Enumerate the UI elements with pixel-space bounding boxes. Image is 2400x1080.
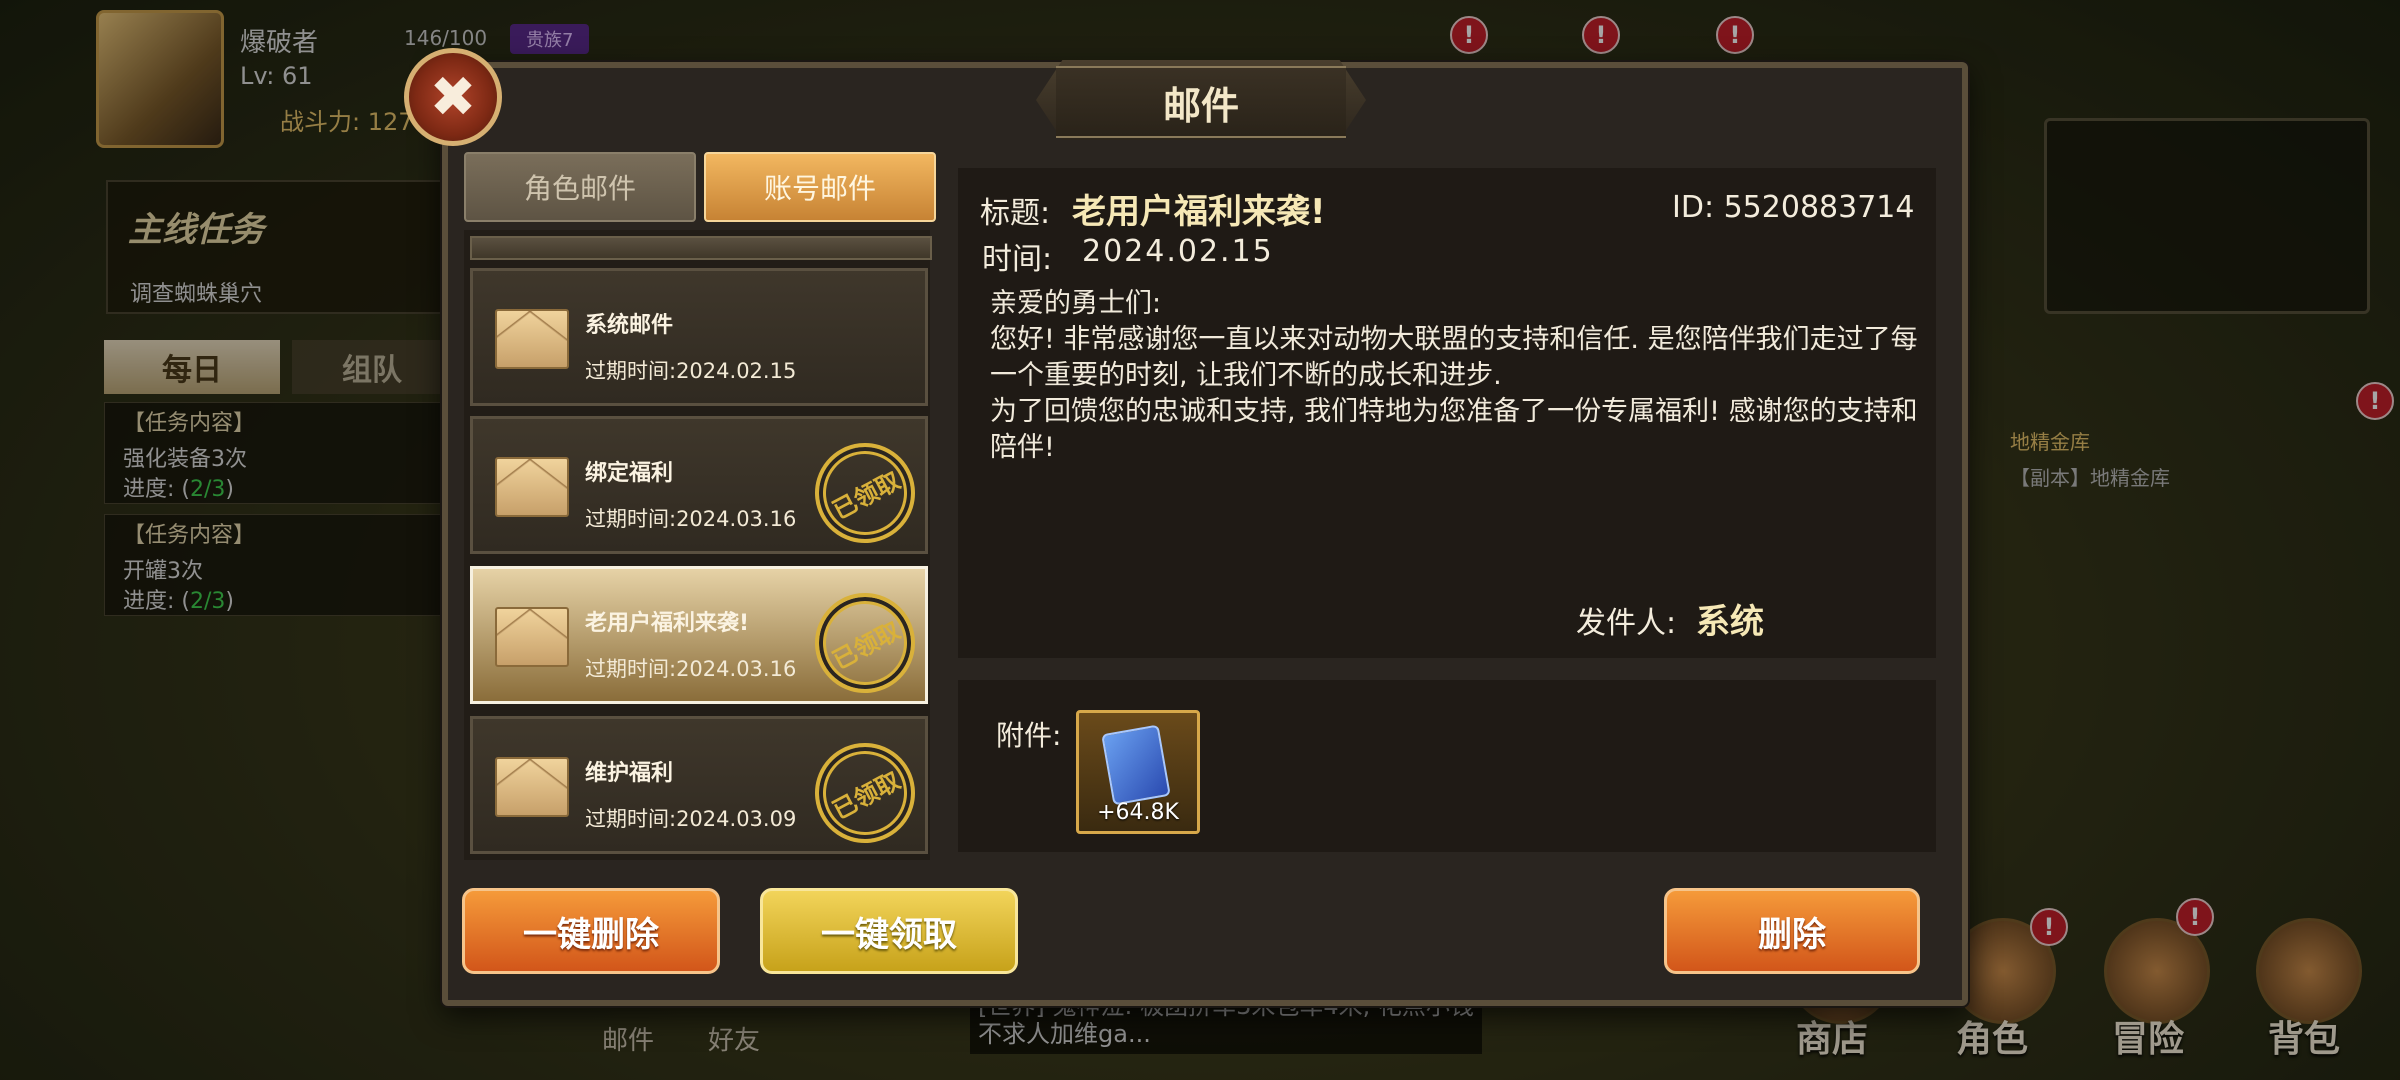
mail-title: 老用户福利来袭! xyxy=(1072,192,1326,232)
mail-expire: 过期时间:2024.02.15 xyxy=(585,359,797,383)
mail-list-item-selected[interactable]: 老用户福利来袭! 过期时间:2024.03.16 已领取 xyxy=(470,566,933,711)
delete-all-button[interactable]: 一键删除 xyxy=(462,888,720,974)
claimed-stamp-icon: 已领取 xyxy=(797,725,933,861)
attachment-amount: +64.8K xyxy=(1097,800,1179,825)
mail-list-item[interactable]: 维护福利 过期时间:2024.03.09 已领取 xyxy=(470,716,933,861)
envelope-icon xyxy=(495,607,569,667)
mail-name: 绑定福利 xyxy=(585,461,674,486)
mail-name: 系统邮件 xyxy=(585,313,674,338)
mail-body-line: 您好! 非常感谢您一直以来对动物大联盟的支持和信任. 是您陪伴我们走过了每一个重… xyxy=(990,324,1918,391)
claimed-stamp-icon: 已领取 xyxy=(797,425,933,561)
dialog-title: 邮件 xyxy=(1056,66,1346,138)
mail-list-item[interactable]: 系统邮件 过期时间:2024.02.15 xyxy=(470,268,928,406)
delete-button[interactable]: 删除 xyxy=(1664,888,1920,974)
title-label: 标题: xyxy=(980,196,1051,231)
attachment-label: 附件: xyxy=(996,719,1062,752)
close-icon[interactable]: ✖ xyxy=(404,48,502,146)
sender-label: 发件人: xyxy=(1576,606,1677,641)
mail-name: 维护福利 xyxy=(585,761,674,786)
sender-name: 系统 xyxy=(1696,602,1764,642)
mail-body: 亲爱的勇士们: 您好! 非常感谢您一直以来对动物大联盟的支持和信任. 是您陪伴我… xyxy=(990,286,1920,466)
claimed-stamp-icon: 已领取 xyxy=(797,575,933,711)
tab-role-mail[interactable]: 角色邮件 xyxy=(464,152,696,222)
mail-name: 老用户福利来袭! xyxy=(585,611,750,636)
mail-expire: 过期时间:2024.03.16 xyxy=(585,507,797,531)
time-label: 时间: xyxy=(982,242,1053,277)
mail-list-item-partial xyxy=(470,236,932,260)
claim-all-button[interactable]: 一键领取 xyxy=(760,888,1018,974)
envelope-icon xyxy=(495,757,569,817)
mail-id: ID: 5520883714 xyxy=(1672,190,1915,225)
tab-account-mail[interactable]: 账号邮件 xyxy=(704,152,936,222)
mail-time: 2024.02.15 xyxy=(1082,234,1274,269)
attachment-item[interactable]: +64.8K xyxy=(1076,710,1200,834)
mail-body-line: 亲爱的勇士们: xyxy=(990,288,1162,319)
mail-body-line: 为了回馈您的忠诚和支持, 我们特地为您准备了一份专属福利! 感谢您的支持和陪伴! xyxy=(990,396,1918,463)
envelope-icon xyxy=(495,457,569,517)
mail-expire: 过期时间:2024.03.09 xyxy=(585,807,797,831)
mail-list-item[interactable]: 绑定福利 过期时间:2024.03.16 已领取 xyxy=(470,416,933,561)
envelope-icon xyxy=(495,309,569,369)
mail-expire: 过期时间:2024.03.16 xyxy=(585,657,797,681)
card-icon xyxy=(1101,724,1171,806)
